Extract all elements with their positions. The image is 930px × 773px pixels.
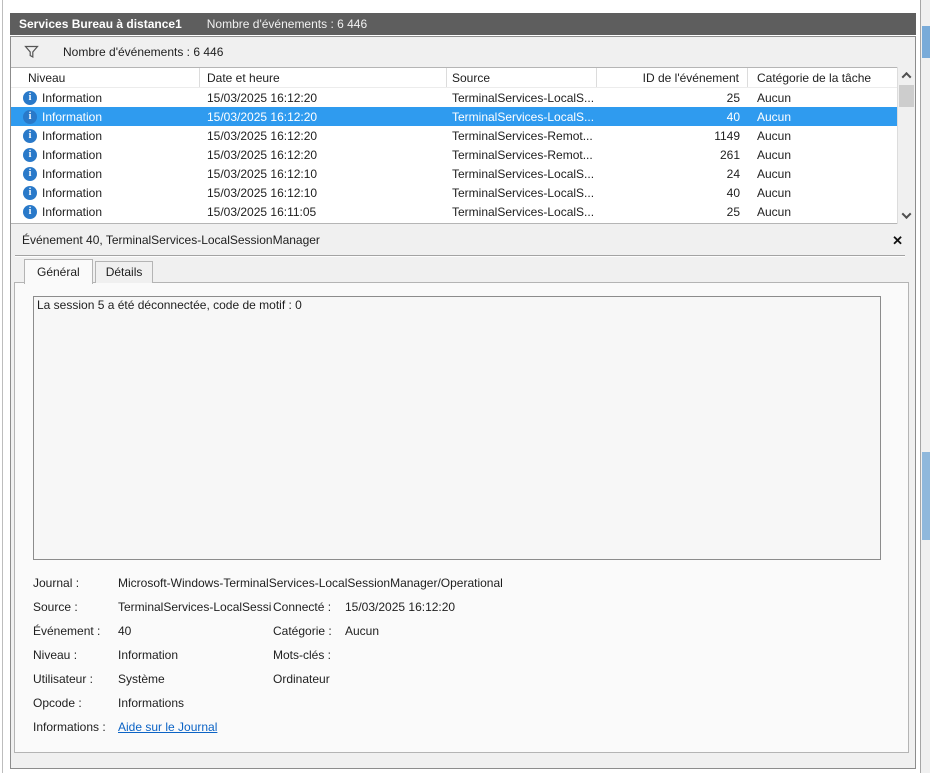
property-row: Niveau : Information Mots-clés :: [33, 648, 332, 662]
information-icon: i: [23, 166, 37, 181]
property-row: Utilisateur : Système Ordinateur: [33, 672, 330, 686]
actions-pane-edge-segment: [922, 26, 930, 58]
column-header[interactable]: ID de l'événement: [597, 68, 748, 87]
log-help-link[interactable]: Aide sur le Journal: [118, 720, 217, 734]
information-icon: i: [23, 109, 37, 124]
table-scrollbar[interactable]: [897, 67, 915, 224]
chevron-up-icon: [901, 71, 912, 82]
funnel-icon: [24, 45, 39, 59]
property-row: Événement :40 Catégorie : Aucun: [33, 624, 380, 638]
table-row[interactable]: i Information 15/03/2025 16:12:20 TerminalS…: [11, 145, 915, 164]
property-row: Opcode : Informations: [33, 696, 185, 710]
event-table-body: i Information 15/03/2025 16:12:20 TerminalS…: [11, 88, 915, 221]
information-icon: i: [23, 185, 37, 200]
filter-bar-count: Nombre d'événements : 6 446: [63, 44, 224, 59]
actions-pane-scrollbar-thumb[interactable]: [922, 452, 930, 540]
table-row[interactable]: i Information 15/03/2025 16:11:05 TerminalS…: [11, 202, 915, 221]
table-row[interactable]: i Information 15/03/2025 16:12:20 TerminalS…: [11, 88, 915, 107]
scroll-down-button[interactable]: [898, 207, 915, 224]
general-tab-page: La session 5 a été déconnectée, code de …: [14, 282, 909, 753]
events-pane: Nombre d'événements : 6 446 Niveau Date e…: [10, 36, 916, 769]
information-icon: i: [23, 147, 37, 162]
column-header[interactable]: Catégorie de la tâche: [748, 68, 915, 87]
event-table: Niveau Date et heure Source ID de l'événeme…: [11, 67, 915, 224]
actions-pane-edge: [920, 0, 930, 773]
tab-details[interactable]: Détails: [94, 261, 154, 283]
column-header[interactable]: Source: [447, 68, 597, 87]
scrollbar-thumb[interactable]: [899, 85, 914, 107]
column-header[interactable]: Niveau: [11, 68, 200, 87]
table-row[interactable]: i Information 15/03/2025 16:12:10 TerminalS…: [11, 183, 915, 202]
chevron-down-icon: [901, 209, 912, 220]
table-row[interactable]: i Information 15/03/2025 16:12:10 TerminalS…: [11, 164, 915, 183]
close-icon[interactable]: ✕: [892, 234, 903, 247]
pane-title-bar: Services Bureau à distance1 Nombre d'évé…: [10, 13, 916, 35]
table-row[interactable]: i Information 15/03/2025 16:12:20 TerminalS…: [11, 107, 915, 126]
information-icon: i: [23, 128, 37, 143]
pane-event-count: Nombre d'événements : 6 446: [206, 17, 368, 31]
scroll-up-button[interactable]: [898, 67, 915, 84]
event-detail-title: Événement 40, TerminalServices-LocalSess…: [22, 233, 320, 247]
tab-general[interactable]: Général: [24, 259, 93, 284]
detail-tabs: Général Détails: [24, 258, 155, 284]
information-icon: i: [23, 90, 37, 105]
property-row: Informations : Aide sur le Journal: [33, 720, 218, 734]
table-row[interactable]: i Information 15/03/2025 16:12:20 TerminalS…: [11, 126, 915, 145]
tree-pane-splitter[interactable]: [2, 0, 3, 773]
information-icon: i: [23, 204, 37, 219]
column-header[interactable]: Date et heure: [200, 68, 447, 87]
event-detail-header: Événement 40, TerminalServices-LocalSess…: [11, 229, 915, 251]
property-row: Journal : Microsoft-Windows-TerminalServi…: [33, 576, 503, 590]
event-properties: Journal : Microsoft-Windows-TerminalServi…: [33, 571, 898, 739]
pane-title: Services Bureau à distance1: [19, 17, 182, 31]
filter-bar: Nombre d'événements : 6 446: [11, 37, 915, 66]
event-table-header: Niveau Date et heure Source ID de l'événeme…: [11, 68, 915, 88]
event-description-box: La session 5 a été déconnectée, code de …: [33, 296, 881, 560]
property-row: Source : TerminalServices-LocalSessi Conne…: [33, 600, 456, 614]
detail-header-divider: [15, 255, 905, 257]
event-description: La session 5 a été déconnectée, code de …: [37, 298, 302, 312]
